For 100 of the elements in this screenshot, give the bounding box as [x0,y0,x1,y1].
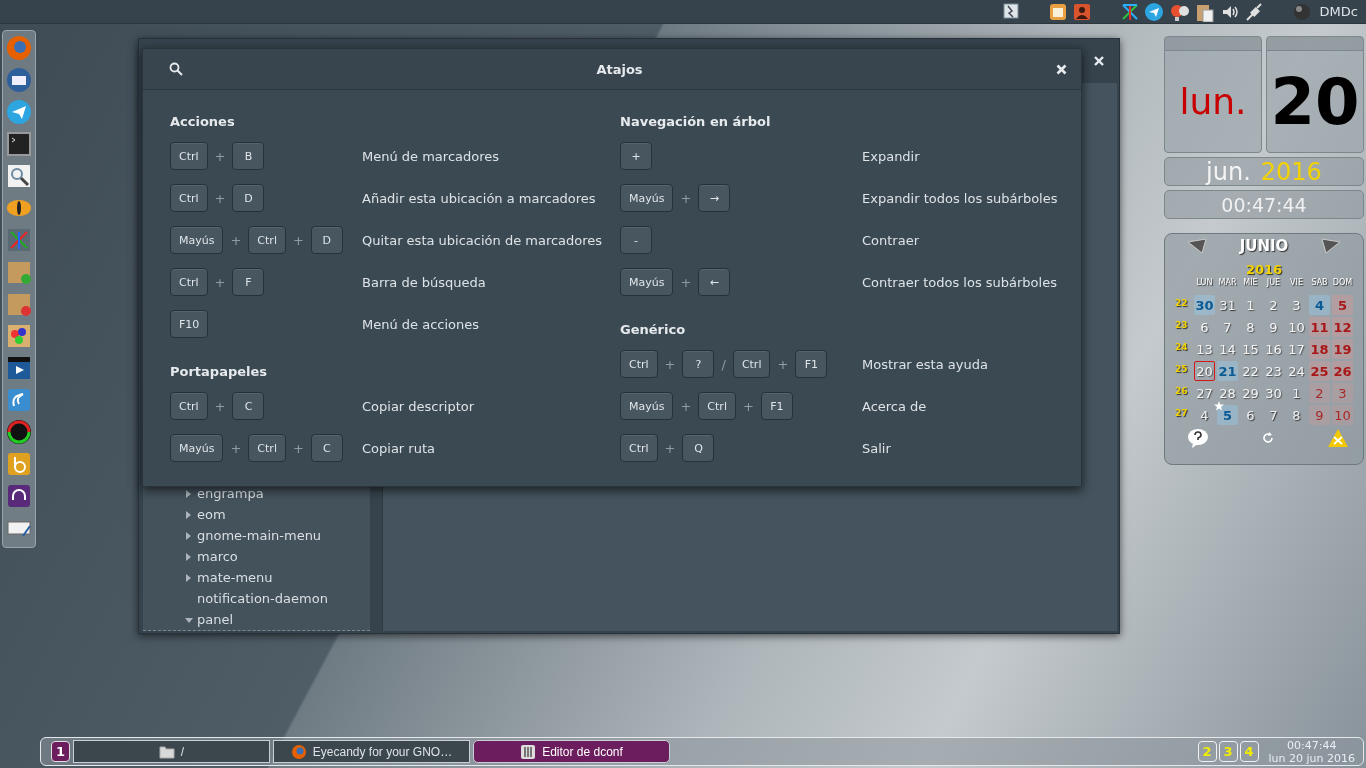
refresh-icon[interactable] [1262,432,1274,444]
calendar-day[interactable]: 20 [1194,361,1215,381]
expand-arrow-icon[interactable] [185,573,193,582]
tree-item[interactable]: panel [197,612,234,627]
workspace-button[interactable]: 3 [1218,741,1238,762]
calendar-day[interactable]: 3 [1286,295,1307,315]
clock-date[interactable]: lun 20 jun 2016 [1268,751,1355,765]
close-icon[interactable] [1093,55,1105,67]
key-separator: + [230,232,242,248]
paper-plane-icon[interactable] [1143,1,1164,22]
calendar-day[interactable]: 7 [1217,317,1238,337]
calendar-day[interactable]: 23 [1263,361,1284,381]
expand-arrow-icon[interactable] [185,489,193,498]
calendar-day[interactable]: 21 [1217,361,1238,381]
shortcut-description: Expandir todos los subárboles [862,190,1058,206]
x-mark-icon[interactable] [1119,1,1140,22]
key-cap: Mayús [620,184,674,212]
clock-time[interactable]: 00:47:44 [1287,738,1337,752]
tree-item[interactable]: engrampa [197,486,264,501]
calendar-day[interactable]: 22 [1240,361,1261,381]
calendar-day[interactable]: 2 [1309,383,1330,403]
expand-arrow-icon[interactable] [185,552,193,561]
calendar-day[interactable]: 18 [1309,339,1330,359]
terminal-icon[interactable] [5,130,33,158]
video-icon[interactable] [5,354,33,382]
tree-item[interactable]: marco [197,549,238,564]
calendar-day[interactable]: 9 [1309,405,1330,425]
workspace-button[interactable]: 4 [1239,741,1259,762]
calendar-day[interactable]: 1 [1286,383,1307,403]
calendar-day[interactable]: 6 [1194,317,1215,337]
calendar-day[interactable]: 16 [1263,339,1284,359]
close-icon[interactable] [1056,63,1067,75]
search-icon[interactable] [169,62,183,76]
key-cap: F1 [795,350,828,378]
calendar-day[interactable]: 5 [1332,295,1353,315]
person-icon[interactable] [1071,1,1092,22]
calendar-day[interactable]: 4 [1309,295,1330,315]
warning-icon[interactable] [1327,428,1349,448]
calendar-day[interactable]: 29 [1240,383,1261,403]
swirl-icon[interactable] [5,386,33,414]
calendar-day[interactable]: 25 [1309,361,1330,381]
calendar-day[interactable]: 3 [1332,383,1353,403]
paper-plane-icon[interactable] [5,98,33,126]
calendar-day[interactable]: 12 [1332,317,1353,337]
weekday-header: MAR [1217,278,1238,289]
key-cap: Mayús [170,434,224,462]
calendar-day[interactable]: 8 [1240,317,1261,337]
ring-icon[interactable] [5,418,33,446]
tree-item[interactable]: mate-menu [197,570,273,585]
calendar-day[interactable]: 6 [1240,405,1261,425]
weekday-header: MIE [1242,278,1259,289]
user-name[interactable]: DMDc [1319,4,1358,19]
tree-item[interactable]: eom [197,507,226,522]
calendar-day[interactable]: 4 [1194,405,1215,425]
next-triangle-icon[interactable] [1321,238,1341,254]
task-button[interactable]: Eyecandy for your GNO… [273,740,470,763]
expand-arrow-icon[interactable] [185,510,193,519]
task-button[interactable]: / [73,740,270,763]
help-icon[interactable] [1187,428,1209,448]
tree-item[interactable]: notification-daemon [197,591,328,606]
mail-icon[interactable] [5,66,33,94]
calendar-day[interactable]: 28 [1217,383,1238,403]
shortcut-description: Contraer todos los subárboles [862,274,1057,290]
key-separator: + [680,398,692,414]
collapse-arrow-icon[interactable] [185,615,193,624]
workspace-button[interactable]: 1 [51,741,70,762]
key-separator: + [664,440,676,456]
calendar-day[interactable]: 30 [1263,383,1284,403]
star-icon [1214,401,1224,411]
calendar-day[interactable]: 26 [1332,361,1353,381]
calendar-day[interactable]: 11 [1309,317,1330,337]
calendar-day[interactable]: 30 [1194,295,1215,315]
notes-icon[interactable] [1047,1,1068,22]
calendar-day[interactable]: 14 [1217,339,1238,359]
previous-triangle-icon[interactable] [1187,238,1207,254]
magnifier-icon[interactable] [5,162,33,190]
calendar-day[interactable]: 7 [1263,405,1284,425]
calendar-day[interactable]: 19 [1332,339,1353,359]
calendar-day[interactable]: 10 [1286,317,1307,337]
year-label: 2016 [1260,157,1322,186]
calendar-day[interactable]: 27 [1194,383,1215,403]
calendar-day[interactable]: 31 [1217,295,1238,315]
calendar-day[interactable]: 10 [1332,405,1353,425]
calendar-day[interactable]: 2 [1263,295,1284,315]
tree-item[interactable]: gnome-main-menu [197,528,322,543]
workspace-button[interactable]: 2 [1197,741,1217,762]
calendar-day[interactable]: 13 [1194,339,1215,359]
headphones-icon[interactable] [5,482,33,510]
task-button[interactable]: Editor de dconf [473,740,670,763]
calendar-day[interactable]: 8 [1286,405,1307,425]
section-heading: Portapapeles [170,363,269,381]
expand-arrow-icon[interactable] [185,531,193,540]
calendar-day[interactable]: 15 [1240,339,1261,359]
calendar-day[interactable]: 17 [1286,339,1307,359]
calendar-day[interactable]: 1 [1240,295,1261,315]
window-icon[interactable] [1001,1,1020,22]
ball-icon[interactable] [1291,1,1312,22]
calendar-day[interactable]: 9 [1263,317,1284,337]
paint-splash-icon[interactable] [5,322,33,350]
calendar-day[interactable]: 24 [1286,361,1307,381]
